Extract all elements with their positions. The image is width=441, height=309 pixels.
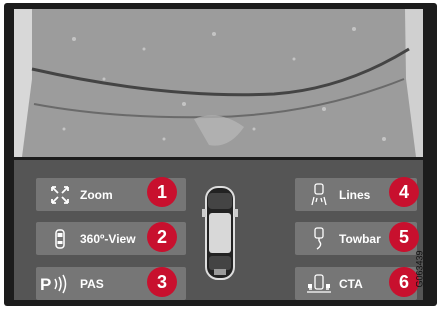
pas-symbol: P — [40, 275, 51, 294]
car-360-icon — [46, 225, 74, 253]
rear-camera-view — [14, 9, 423, 157]
car-top-view-icon — [188, 183, 252, 283]
pas-label: PAS — [80, 276, 104, 291]
badge-5: 5 — [389, 222, 419, 252]
badge-4: 4 — [389, 177, 419, 207]
badge-2: 2 — [147, 222, 177, 252]
lines-label: Lines — [339, 187, 371, 202]
reference-code-text: G063439 — [414, 250, 425, 288]
towbar-label: Towbar — [339, 231, 381, 246]
zoom-arrows-icon — [46, 181, 74, 209]
cross-traffic-alert-icon — [305, 270, 333, 298]
park-assist-icon: P — [40, 270, 74, 298]
badge-3: 3 — [147, 267, 177, 297]
badge-1: 1 — [147, 177, 177, 207]
camera-image — [14, 9, 423, 157]
cta-label: CTA — [339, 276, 363, 291]
guide-lines-icon — [305, 181, 333, 209]
360-view-label: 360º-View — [80, 231, 136, 246]
reference-code: G063439 — [415, 244, 441, 300]
towbar-icon — [305, 225, 333, 253]
zoom-label: Zoom — [80, 187, 113, 202]
